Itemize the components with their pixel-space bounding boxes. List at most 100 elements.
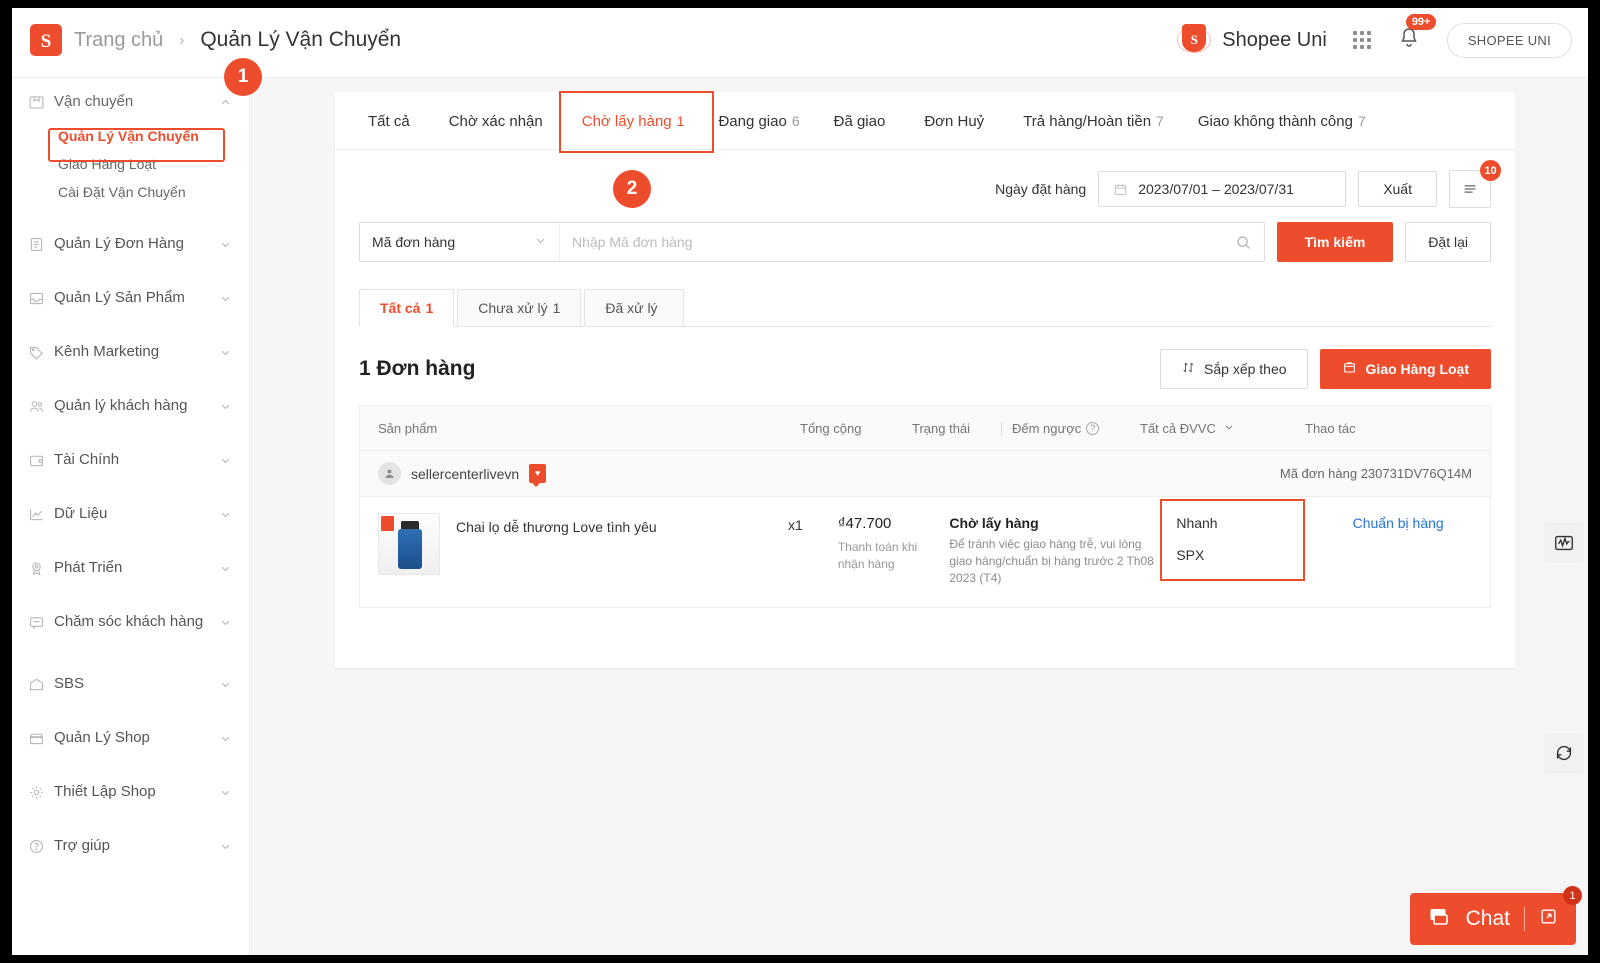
subtab-label: Tất cả xyxy=(380,300,421,316)
chevron-down-icon xyxy=(219,840,233,853)
chevron-down-icon xyxy=(219,292,233,305)
order-carrier-cell: Nhanh SPX xyxy=(1160,499,1330,581)
tab-cho-lay-hang[interactable]: Chờ lấy hàng 1 xyxy=(565,92,702,150)
sidebar-nav: Vận chuyển Quản Lý Vận Chuyển Giao Hàng … xyxy=(12,78,250,955)
product-name[interactable]: Chai lọ dễ thương Love tình yêu xyxy=(456,513,657,537)
breadcrumb-separator-icon: › xyxy=(179,31,185,49)
order-shop: sellercenterlivevn ♥ xyxy=(378,462,547,487)
breadcrumb: S Trang chủ › Quản Lý Vận Chuyển xyxy=(30,24,401,56)
analytics-monitor-icon[interactable] xyxy=(1544,523,1584,563)
subtab-tat-ca[interactable]: Tất cả 1 xyxy=(359,289,455,327)
list-actions: Sắp xếp theo Giao Hàng Loạt xyxy=(1160,349,1491,389)
sidebar-item-label: Trợ giúp xyxy=(54,837,110,854)
search-input[interactable] xyxy=(572,234,1235,250)
tab-da-giao[interactable]: Đã giao xyxy=(817,92,908,150)
column-header-countdown: Đếm ngược ? xyxy=(1002,421,1130,436)
table-row: sellercenterlivevn ♥ Mã đơn hàng 230731D… xyxy=(359,451,1491,608)
breadcrumb-home-link[interactable]: Trang chủ xyxy=(74,29,163,52)
chat-widget[interactable]: Chat 1 xyxy=(1409,886,1582,945)
annotation-highlight-carrier xyxy=(1160,499,1306,581)
subtab-chua-xu-ly[interactable]: Chưa xử lý 1 xyxy=(457,289,582,327)
sidebar-item-cai-dat-van-chuyen[interactable]: Cài Đặt Vận Chuyển xyxy=(12,178,249,206)
sidebar-item-label: Tài Chính xyxy=(54,451,120,468)
search-icon[interactable] xyxy=(1235,234,1252,251)
export-count-badge: 10 xyxy=(1480,160,1501,181)
tab-count: 1 xyxy=(676,112,685,129)
chevron-up-icon xyxy=(219,96,233,109)
chat-flag-icon[interactable]: ♥ xyxy=(529,464,547,487)
export-button[interactable]: Xuất xyxy=(1358,171,1437,207)
column-header-countdown-label: Đếm ngược xyxy=(1012,420,1082,436)
tab-tra-hang-hoan-tien[interactable]: Trả hàng/Hoàn tiền 7 xyxy=(1006,92,1181,150)
tab-count: 6 xyxy=(791,112,800,129)
carrier-speed: Nhanh xyxy=(1176,515,1218,531)
sidebar-item-quan-ly-khach-hang[interactable]: Quản lý khách hàng xyxy=(12,372,249,426)
subtab-count: 1 xyxy=(425,300,434,316)
sidebar-group-van-chuyen: Vận chuyển Quản Lý Vận Chuyển Giao Hàng … xyxy=(12,78,249,206)
product-thumbnail-bottle[interactable] xyxy=(378,513,440,575)
prepare-goods-link[interactable]: Chuẩn bị hàng xyxy=(1353,515,1444,531)
status-tabs: Tất cả Chờ xác nhận Chờ lấy hàng 1 Đang g… xyxy=(335,92,1515,150)
order-total-cell: ₫47.700 Thanh toán khi nhận hàng xyxy=(828,513,940,573)
sort-icon xyxy=(1181,360,1196,378)
chevron-down-icon xyxy=(219,678,233,691)
chevron-down-icon xyxy=(219,400,233,413)
refresh-circle-icon[interactable] xyxy=(1544,733,1584,773)
user-avatar-icon xyxy=(378,462,401,485)
sidebar-item-phat-trien[interactable]: Phát Triển xyxy=(12,534,249,588)
date-range-picker[interactable]: 2023/07/01 – 2023/07/31 xyxy=(1098,171,1347,207)
sidebar-item-quan-ly-don-hang[interactable]: Quản Lý Đơn Hàng xyxy=(12,206,249,264)
date-filter-label: Ngày đặt hàng xyxy=(995,181,1087,197)
question-circle-icon[interactable]: ? xyxy=(1086,421,1100,435)
sidebar-item-sbs[interactable]: SBS xyxy=(12,642,249,704)
tab-count: 7 xyxy=(1156,112,1164,129)
column-header-carrier[interactable]: Tất cả ĐVVC xyxy=(1130,421,1295,436)
reset-button[interactable]: Đặt lại xyxy=(1405,222,1491,262)
carrier-name: SPX xyxy=(1176,547,1205,563)
order-total-amount: ₫47.700 xyxy=(837,515,892,532)
tab-tat-ca[interactable]: Tất cả xyxy=(351,92,432,150)
chevron-down-icon xyxy=(219,454,233,467)
sidebar-item-tro-giup[interactable]: Trợ giúp xyxy=(12,812,249,866)
sidebar-item-du-lieu[interactable]: Dữ Liệu xyxy=(12,480,249,534)
sidebar-item-quan-ly-shop[interactable]: Quản Lý Shop xyxy=(12,704,249,758)
sidebar-item-kenh-marketing[interactable]: Kênh Marketing xyxy=(12,318,249,372)
bulk-ship-button[interactable]: Giao Hàng Loạt xyxy=(1319,349,1491,389)
tab-label: Giao không thành công xyxy=(1197,112,1353,130)
tab-cho-xac-nhan[interactable]: Chờ xác nhận xyxy=(432,92,565,150)
shop-name[interactable]: sellercenterlivevn xyxy=(411,466,519,482)
search-button[interactable]: Tìm kiếm xyxy=(1276,222,1394,262)
wallet-icon xyxy=(28,452,45,469)
tab-don-huy[interactable]: Đơn Huỷ xyxy=(907,92,1006,150)
calendar-icon xyxy=(1113,182,1128,197)
shopee-bag-icon[interactable]: S xyxy=(30,24,62,56)
account-button[interactable]: SHOPEE UNI xyxy=(1446,22,1572,58)
question-circle-icon xyxy=(28,838,45,855)
status-description: Để tránh việc giao hàng trễ, vui lòng gi… xyxy=(949,537,1154,585)
order-product-cell: Chai lọ dễ thương Love tình yêu xyxy=(360,513,788,575)
sidebar-item-cham-soc-khach-hang[interactable]: Chăm sóc khách hàng xyxy=(12,588,249,642)
chevron-down-icon xyxy=(219,786,233,799)
tab-dang-giao[interactable]: Đang giao 6 xyxy=(701,92,816,150)
sidebar-item-quan-ly-san-pham[interactable]: Quản Lý Sản Phẩm xyxy=(12,264,249,318)
subtab-da-xu-ly[interactable]: Đã xử lý xyxy=(584,289,684,327)
clipboard-icon xyxy=(28,236,45,253)
search-row: Mã đơn hàng Tìm kiếm xyxy=(335,208,1515,262)
expand-icon[interactable] xyxy=(1539,907,1558,931)
sidebar-item-quan-ly-van-chuyen[interactable]: Quản Lý Vận Chuyển xyxy=(12,122,249,150)
sidebar-item-van-chuyen[interactable]: Vận chuyển xyxy=(12,78,249,122)
filter-row: Ngày đặt hàng 2023/07/01 – 2023/07/31 Xu… xyxy=(335,150,1515,208)
shopee-uni-entry[interactable]: S Shopee Uni xyxy=(1176,21,1327,59)
date-range-value: 2023/07/01 – 2023/07/31 xyxy=(1138,181,1294,197)
sidebar-item-label: Kênh Marketing xyxy=(54,343,160,360)
sidebar-item-giao-hang-loat[interactable]: Giao Hàng Loạt xyxy=(12,150,249,178)
search-field-select[interactable]: Mã đơn hàng xyxy=(360,223,560,261)
bell-icon[interactable]: 99+ xyxy=(1397,13,1437,55)
tab-giao-khong-thanh-cong[interactable]: Giao không thành công 7 xyxy=(1181,92,1383,150)
grid-apps-icon[interactable] xyxy=(1352,31,1371,49)
status-badge: Chờ lấy hàng xyxy=(949,515,1039,531)
sort-button[interactable]: Sắp xếp theo xyxy=(1160,349,1308,389)
sidebar-item-tai-chinh[interactable]: Tài Chính xyxy=(12,426,249,480)
chevron-down-icon xyxy=(219,616,233,629)
sidebar-item-thiet-lap-shop[interactable]: Thiết Lập Shop xyxy=(12,758,249,812)
